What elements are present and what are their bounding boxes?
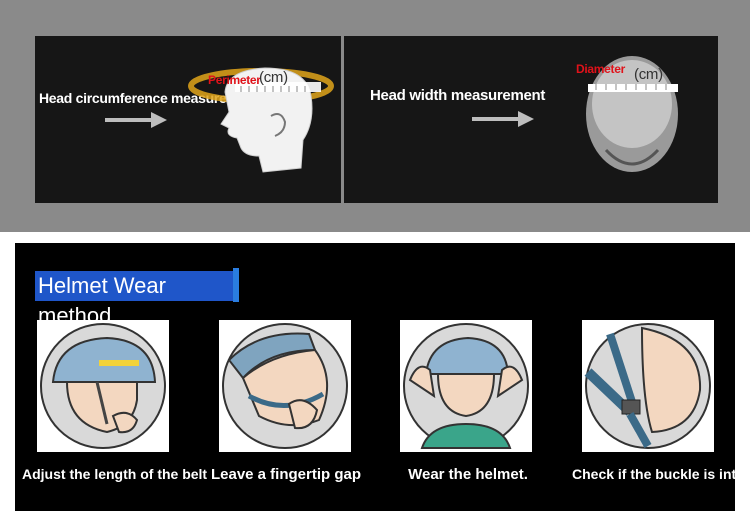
page: Head circumference measurement Perimeter…: [0, 0, 750, 511]
title-accent-bar: [233, 268, 239, 302]
step-1-image: [37, 320, 169, 452]
arrow-right-icon: [105, 112, 167, 128]
step-1-caption: Adjust the length of the belt: [22, 466, 208, 482]
head-width-panel: Head width measurement Diameter (cm): [344, 36, 718, 203]
wear-helmet-illustration: [403, 323, 529, 449]
head-circumference-panel: Head circumference measurement Perimeter…: [35, 36, 341, 203]
step-4-caption: Check if the buckle is intact: [572, 466, 750, 482]
step-2-image: [219, 320, 351, 452]
helmet-strap-adjust-illustration: [40, 323, 166, 449]
arrow-right-icon: [472, 111, 534, 127]
perimeter-unit: (cm): [259, 69, 288, 86]
step-4-image: [582, 320, 714, 452]
perimeter-tape-label: Perimeter: [208, 73, 261, 87]
head-width-label: Head width measurement: [370, 87, 546, 104]
wear-method-title: Helmet Wear method: [35, 271, 239, 328]
diameter-tape-label: Diameter: [576, 62, 625, 76]
step-2-caption: Leave a fingertip gap: [210, 466, 362, 483]
diameter-unit: (cm): [634, 66, 663, 83]
step-3-image: [400, 320, 532, 452]
fingertip-gap-illustration: [222, 323, 348, 449]
check-buckle-illustration: [584, 323, 711, 449]
step-3-caption: Wear the helmet.: [408, 466, 528, 483]
